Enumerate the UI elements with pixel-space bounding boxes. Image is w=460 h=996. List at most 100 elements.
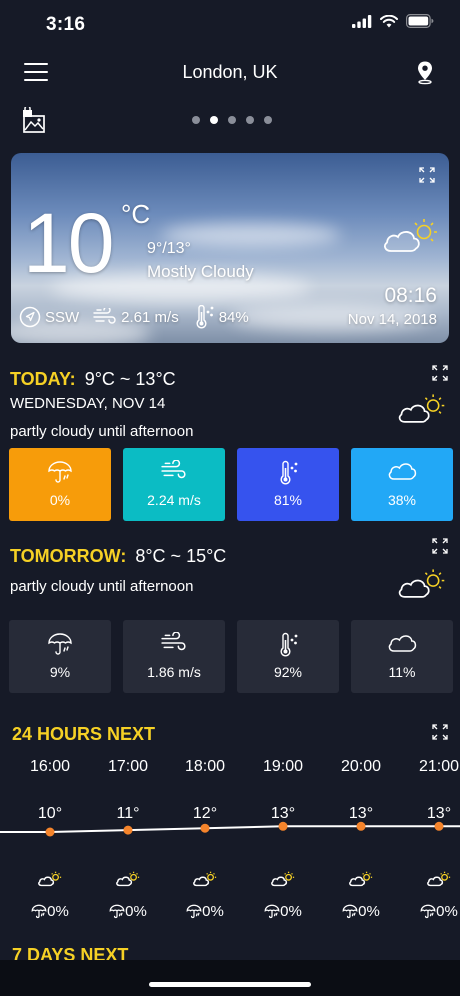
temperature-point (200, 823, 210, 833)
partly-cloudy-icon (271, 871, 295, 887)
expand-icon[interactable] (419, 167, 435, 183)
today-humidity-value: 81% (273, 492, 303, 508)
tomorrow-cloud-value: 11% (388, 664, 416, 680)
expand-icon[interactable] (432, 365, 448, 381)
tomorrow-humidity-value: 92% (273, 664, 303, 680)
today-cloud-value: 38% (387, 492, 417, 508)
page-dot[interactable] (264, 116, 272, 124)
today-range: 9°C ~ 13°C (84, 369, 176, 389)
hour-rain-value: 0% (202, 903, 224, 920)
page-dot[interactable] (246, 116, 254, 124)
hour-time: 17:00 (107, 758, 149, 775)
umbrella-icon (264, 904, 280, 918)
hour-weather-icon (89, 870, 167, 893)
cloud-icon (388, 463, 417, 480)
today-section: TODAY: 9°C ~ 13°C WEDNESDAY, NOV 14 part… (0, 365, 460, 529)
humidity: 84% (218, 308, 249, 326)
home-indicator[interactable] (149, 982, 311, 987)
tomorrow-rain-value: 9% (49, 664, 71, 680)
partly-cloudy-icon (116, 871, 140, 887)
partly-cloudy-icon (384, 219, 437, 252)
temperature-point (356, 821, 366, 831)
today-wind-value: 2.24 m/s (147, 492, 201, 508)
wifi-icon (380, 14, 398, 27)
umbrella-icon (420, 904, 436, 918)
thermometer-icon (280, 632, 298, 657)
today-cloud-tile[interactable]: 38% (351, 448, 453, 521)
hour-rain: 0% (400, 903, 460, 920)
hour-weather-icon (322, 870, 400, 893)
partly-cloudy-icon (38, 871, 62, 887)
today-tiles: 0% 2.24 m/s 81% 38% (9, 448, 453, 521)
umbrella-icon (186, 904, 202, 918)
update-date: Nov 14, 2018 (347, 311, 437, 328)
hourly-temperature-chart (0, 821, 460, 837)
page-dot[interactable] (192, 116, 200, 124)
tomorrow-section: TOMORROW: 8°C ~ 15°C partly cloudy until… (0, 538, 460, 696)
humidity-icon (196, 305, 214, 329)
expand-icon[interactable] (432, 538, 448, 554)
current-stats: SSW 2.61 m/s 84% (19, 305, 263, 329)
tomorrow-wind-value: 1.86 m/s (147, 664, 201, 680)
partly-cloudy-icon (349, 871, 373, 887)
expand-icon[interactable] (432, 724, 448, 740)
hour-weather-icon (166, 870, 244, 893)
partly-cloudy-icon (427, 871, 451, 887)
wind-icon (93, 308, 116, 324)
hour-rain-value: 0% (358, 903, 380, 920)
today-rain-tile[interactable]: 0% (9, 448, 111, 521)
cloud-icon (388, 635, 417, 652)
status-time: 3:16 (46, 14, 86, 35)
hour-weather-icon (400, 870, 460, 893)
page-dot[interactable] (228, 116, 236, 124)
status-bar: 3:16 (0, 0, 460, 50)
location-pin-icon[interactable] (416, 60, 434, 86)
umbrella-icon (48, 461, 72, 483)
today-rain-value: 0% (49, 492, 71, 508)
page-indicator[interactable] (192, 116, 272, 124)
tomorrow-cloud-tile[interactable]: 11% (351, 620, 453, 693)
today-label: TODAY: (10, 369, 76, 389)
temperature-point (123, 825, 133, 835)
hour-rain-value: 0% (47, 903, 69, 920)
home-bar (0, 960, 460, 996)
today-summary: partly cloudy until afternoon (10, 423, 194, 440)
battery-icon (406, 14, 434, 28)
tomorrow-tiles: 9% 1.86 m/s 92% 11% (9, 620, 453, 693)
wind-icon (161, 460, 186, 479)
wind-direction-icon (19, 306, 41, 328)
top-nav: London, UK (0, 56, 460, 92)
today-wind-tile[interactable]: 2.24 m/s (123, 448, 225, 521)
temperature-line (0, 825, 460, 833)
temperature-point (434, 821, 444, 831)
wind-speed: 2.61 m/s (121, 308, 179, 326)
hour-time: 18:00 (184, 758, 226, 775)
partly-cloudy-icon (193, 871, 217, 887)
tomorrow-wind-tile[interactable]: 1.86 m/s (123, 620, 225, 693)
hour-weather-icon (244, 870, 322, 893)
page-dot-active[interactable] (210, 116, 218, 124)
hour-rain: 0% (166, 903, 244, 920)
wallpaper-lock-icon[interactable] (22, 107, 46, 133)
hour-time: 21:00 (418, 758, 460, 775)
city-title[interactable]: London, UK (0, 62, 460, 83)
umbrella-icon (48, 633, 72, 655)
update-time: 08:16 (384, 284, 437, 307)
tomorrow-rain-tile[interactable]: 9% (9, 620, 111, 693)
temperature-range: 9°/13° (147, 240, 191, 257)
hour-rain: 0% (322, 903, 400, 920)
hour-time: 16:00 (29, 758, 71, 775)
today-humidity-tile[interactable]: 81% (237, 448, 339, 521)
hour-rain: 0% (11, 903, 89, 920)
temperature-point (278, 821, 288, 831)
signal-icon (352, 14, 372, 28)
current-weather-card[interactable]: 10 °C 9°/13° Mostly Cloudy SSW 2.61 m/s … (11, 153, 449, 343)
tomorrow-summary: partly cloudy until afternoon (10, 578, 194, 595)
umbrella-icon (31, 904, 47, 918)
hour-rain-value: 0% (436, 903, 458, 920)
tomorrow-range: 8°C ~ 15°C (135, 546, 227, 566)
wind-direction: SSW (45, 308, 80, 326)
tomorrow-humidity-tile[interactable]: 92% (237, 620, 339, 693)
hour-rain-value: 0% (280, 903, 302, 920)
umbrella-icon (109, 904, 125, 918)
